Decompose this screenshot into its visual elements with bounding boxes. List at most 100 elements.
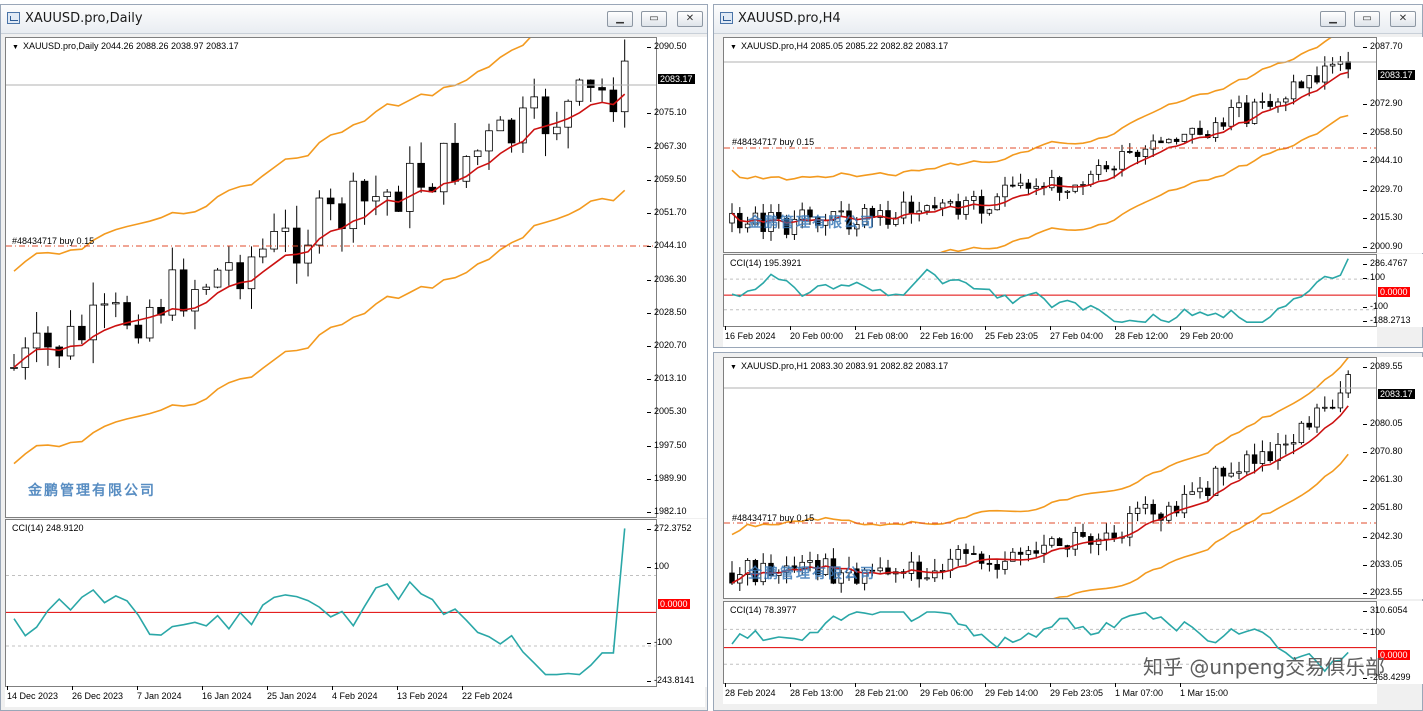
candle-body xyxy=(1314,75,1320,83)
axis-tick-label: 2015.30 xyxy=(1363,212,1423,222)
minimize-button[interactable]: ▁ xyxy=(607,11,633,27)
daily-cci-pane[interactable]: CCI(14) 248.9120 xyxy=(5,519,657,687)
time-axis-label: 1 Mar 07:00 xyxy=(1115,683,1164,698)
daily-watermark: 金鹏管理有限公司 xyxy=(28,483,156,499)
candle-body xyxy=(417,162,425,188)
candle-body xyxy=(1345,61,1351,70)
axis-tick-label: 2013.10 xyxy=(647,373,707,383)
axis-tick-label: 100 xyxy=(1363,627,1423,637)
maximize-button[interactable]: ▭ xyxy=(641,11,667,27)
close-button[interactable]: ✕ xyxy=(677,11,703,27)
candle-body xyxy=(1220,467,1227,477)
lower-band-line xyxy=(940,114,1349,252)
time-axis-label: 4 Feb 2024 xyxy=(332,686,378,701)
axis-tick-label: 2005.30 xyxy=(647,406,707,416)
candle-body xyxy=(1244,454,1250,473)
axis-tick-label: 2070.80 xyxy=(1363,446,1423,456)
candle-body xyxy=(1181,493,1188,514)
candle-body xyxy=(473,150,482,157)
axis-tick-label: 100 xyxy=(1363,272,1423,282)
h4-chart-window[interactable]: XAUUSD.pro,H4 ▁ ▭ ✕ XAUUSD.pro,H4 2085.0… xyxy=(713,4,1423,348)
cci-line xyxy=(731,258,1349,324)
candle-body xyxy=(1283,98,1289,103)
candle-body xyxy=(575,79,584,102)
candle-body xyxy=(1197,487,1203,493)
candle-body xyxy=(1119,151,1125,170)
daily-time-axis: 14 Dec 2023 26 Dec 2023 7 Jan 2024 16 Jan 2… xyxy=(5,686,705,707)
candle-body xyxy=(1228,107,1234,127)
axis-tick-label: 2051.80 xyxy=(1363,502,1423,512)
candle-body xyxy=(564,100,572,128)
candle-body xyxy=(994,196,1000,211)
axis-tick-label: 2087.70 xyxy=(1363,41,1423,51)
candle-body xyxy=(225,262,233,271)
axis-tick-label: 272.3752 xyxy=(647,523,707,533)
daily-cci-plot xyxy=(6,528,656,676)
h1-ohlc-info: XAUUSD.pro,H1 2083.30 2083.91 2082.82 20… xyxy=(730,361,948,371)
time-axis-label: 21 Feb 08:00 xyxy=(855,326,909,341)
axis-tick-label: 2061.30 xyxy=(1363,474,1423,484)
candle-body xyxy=(145,306,154,339)
candle-body xyxy=(1205,487,1211,497)
candle-body xyxy=(485,130,493,152)
candle-body xyxy=(100,303,109,306)
daily-order-label: #48434717 buy 0.15 xyxy=(12,236,95,246)
time-axis-label: 1 Mar 15:00 xyxy=(1180,683,1229,698)
h1-price-pane[interactable]: XAUUSD.pro,H1 2083.30 2083.91 2082.82 20… xyxy=(723,357,1377,599)
credit-watermark: 知乎 @unpeng交易俱乐部 xyxy=(1143,655,1386,679)
candle-body xyxy=(247,256,256,290)
candle-body xyxy=(586,79,595,88)
candle-body xyxy=(1142,148,1149,157)
candle-body xyxy=(1111,532,1117,539)
candle-body xyxy=(609,89,618,113)
candle-body xyxy=(986,209,993,214)
candle-body xyxy=(1142,503,1149,509)
price-tag: 2083.17 xyxy=(658,74,695,85)
close-button[interactable]: ✕ xyxy=(1390,11,1416,27)
candle-body xyxy=(1002,184,1008,198)
candle-body xyxy=(32,332,41,349)
axis-tick-label: 2044.10 xyxy=(1363,155,1423,165)
candle-body xyxy=(1298,422,1305,444)
axis-tick-label: 2090.50 xyxy=(647,41,707,51)
candle-body xyxy=(519,107,527,144)
candle-body xyxy=(1189,491,1195,495)
candle-body xyxy=(939,202,946,209)
daily-price-pane[interactable]: XAUUSD.pro,Daily 2044.26 2088.26 2038.97… xyxy=(5,37,657,518)
daily-chart-window[interactable]: XAUUSD.pro,Daily ▁ ▭ ✕ XAUUSD.pro,Daily … xyxy=(0,4,708,711)
daily-titlebar[interactable]: XAUUSD.pro,Daily ▁ ▭ ✕ xyxy=(1,5,707,34)
price-tag: 0.0000 xyxy=(1378,286,1410,297)
candle-body xyxy=(44,332,52,348)
candle-body xyxy=(1220,122,1227,127)
candle-body xyxy=(1049,538,1055,546)
candle-body xyxy=(304,244,312,264)
axis-tick-label: 2044.10 xyxy=(647,240,707,250)
h4-cci-pane[interactable]: CCI(14) 195.3921 xyxy=(723,254,1377,327)
candle-body xyxy=(1064,190,1071,193)
candle-body xyxy=(1259,451,1266,464)
axis-tick-label: 2036.30 xyxy=(647,274,707,284)
candle-body xyxy=(1134,151,1141,157)
maximize-button[interactable]: ▭ xyxy=(1354,11,1380,27)
h4-price-pane[interactable]: XAUUSD.pro,H4 2085.05 2085.22 2082.82 20… xyxy=(723,37,1377,253)
minimize-button[interactable]: ▁ xyxy=(1320,11,1346,27)
h4-window-title: XAUUSD.pro,H4 xyxy=(738,11,841,26)
candle-body xyxy=(1251,101,1258,124)
candle-body xyxy=(55,346,64,357)
h4-cci-label: CCI(14) 195.3921 xyxy=(730,258,802,268)
h4-titlebar[interactable]: XAUUSD.pro,H4 ▁ ▭ ✕ xyxy=(714,5,1422,34)
candle-body xyxy=(281,227,290,232)
time-axis-label: 16 Jan 2024 xyxy=(202,686,252,701)
time-axis-label: 13 Feb 2024 xyxy=(397,686,448,701)
chart-icon xyxy=(720,12,733,24)
candle-body xyxy=(451,142,459,182)
candle-body xyxy=(1329,406,1336,409)
axis-tick-label: 2000.90 xyxy=(1363,241,1423,251)
time-axis-label: 29 Feb 14:00 xyxy=(985,683,1039,698)
candle-body xyxy=(963,549,969,554)
upper-band-line xyxy=(731,358,1349,536)
axis-tick-label: 1997.50 xyxy=(647,440,707,450)
time-axis-label: 25 Feb 23:05 xyxy=(985,326,1039,341)
candle-body xyxy=(1275,443,1281,462)
axis-tick-label: 2028.50 xyxy=(647,307,707,317)
